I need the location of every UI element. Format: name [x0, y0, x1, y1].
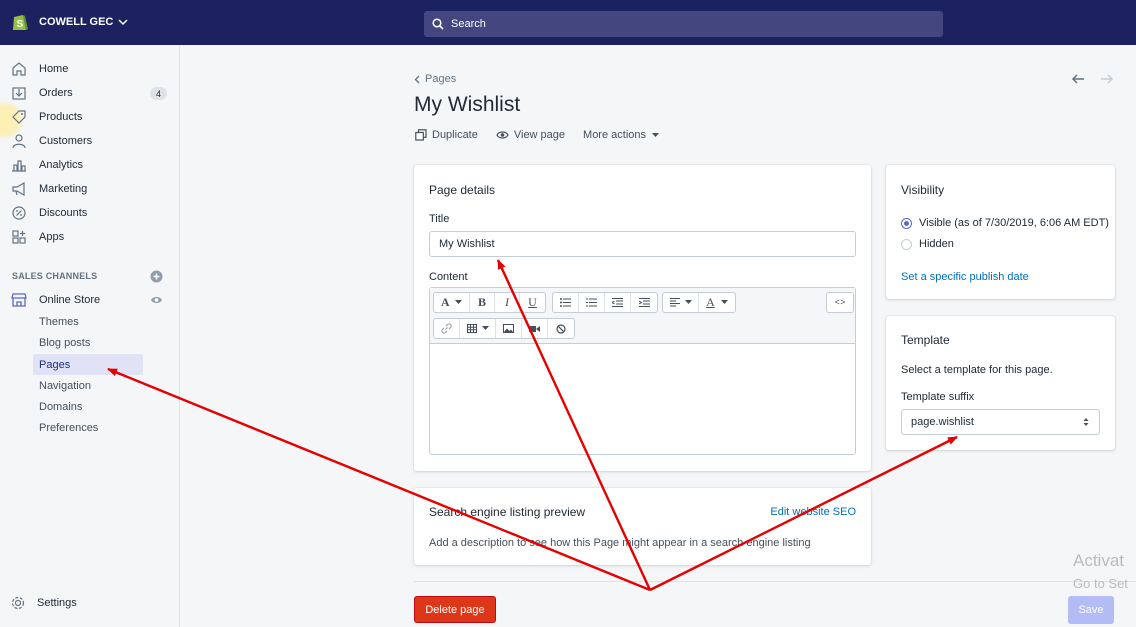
annotation-arrow-to-pages [107, 367, 651, 592]
annotation-arrow-to-title [496, 259, 652, 591]
annotation-arrows [107, 259, 958, 592]
annotation-arrow-to-template [649, 435, 958, 592]
